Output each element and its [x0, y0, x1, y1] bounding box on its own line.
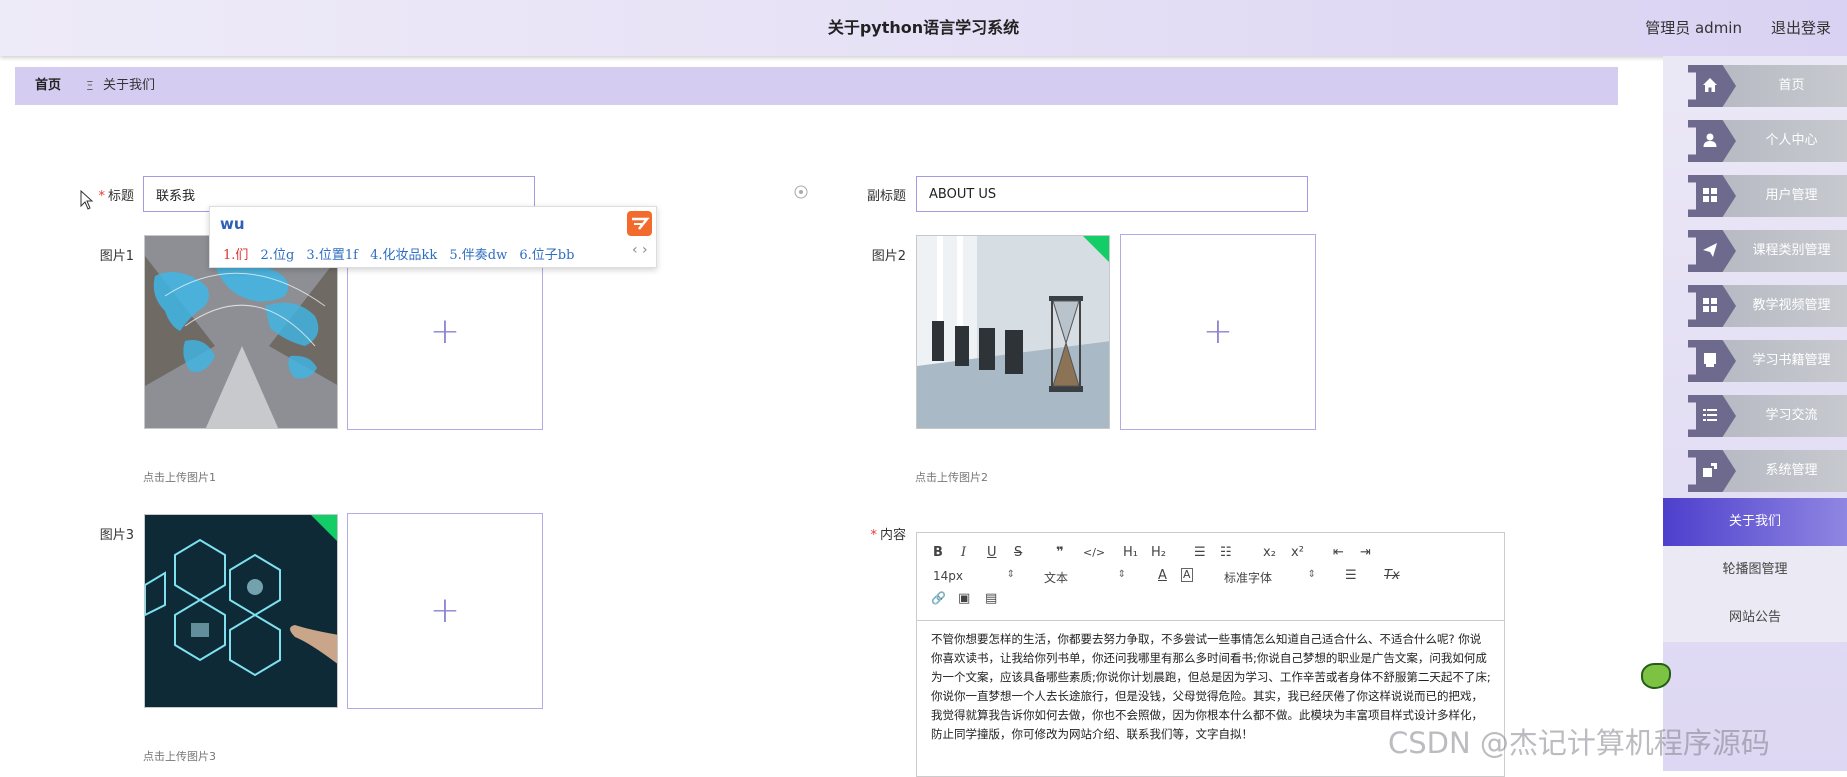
italic-button[interactable]: I [961, 545, 966, 560]
image3-thumbnail[interactable] [144, 514, 338, 708]
link-icon[interactable]: 🔗 [931, 591, 946, 605]
success-tag-icon [1083, 236, 1109, 262]
sidebar: 首页 个人中心 用户管理 课程类别管理 教学视频管理 学习书籍管理 学习交流 系… [1663, 56, 1847, 771]
video-icon[interactable]: ▤ [985, 591, 997, 606]
image3-label: 图片3 [99, 528, 134, 543]
book-icon [1688, 340, 1736, 382]
sidebar-item-label: 教学视频管理 [1752, 298, 1831, 313]
h1-button[interactable]: H₁ [1123, 545, 1138, 560]
background-color-icon[interactable]: A [1181, 568, 1193, 582]
image-icon[interactable]: ▣ [958, 591, 970, 606]
underline-button[interactable]: U [987, 545, 997, 560]
grid-icon [1688, 285, 1736, 327]
top-header: 关于python语言学习系统 管理员 admin 退出登录 [0, 0, 1847, 56]
breadcrumb-separator-icon: Ξ [86, 79, 94, 93]
ime-candidate[interactable]: 4.化妆品kk [370, 248, 437, 263]
list-icon [1688, 395, 1736, 437]
logout-link[interactable]: 退出登录 [1771, 0, 1831, 56]
code-icon[interactable]: </> [1083, 546, 1105, 559]
outdent-icon[interactable]: ⇤ [1333, 545, 1344, 560]
watermark: CSDN @杰记计算机程序源码 [1388, 726, 1770, 760]
image3-hint: 点击上传图片3 [143, 750, 216, 763]
plus-icon: + [1202, 311, 1234, 352]
indent-icon[interactable]: ⇥ [1360, 545, 1371, 560]
image2-thumbnail[interactable] [916, 235, 1110, 429]
sidebar-item-system[interactable]: 系统管理 [1688, 450, 1847, 492]
content-label: * 内容 [870, 528, 906, 543]
sidebar-item-profile[interactable]: 个人中心 [1688, 120, 1847, 162]
breadcrumb: 首页 Ξ 关于我们 [15, 67, 1618, 105]
font-size-select[interactable]: 14px ⇕ [933, 569, 1015, 583]
sidebar-item-label: 课程类别管理 [1752, 243, 1831, 258]
strike-button[interactable]: S [1014, 545, 1022, 560]
sidebar-item-forum[interactable]: 学习交流 [1688, 395, 1847, 437]
app-title: 关于python语言学习系统 [827, 18, 1020, 37]
h2-button[interactable]: H₂ [1151, 545, 1166, 560]
ordered-list-icon[interactable]: ☰ [1194, 545, 1206, 560]
font-family-select[interactable]: 标准字体 ⇕ [1224, 569, 1316, 586]
ime-candidate[interactable]: 6.位子bb [519, 248, 574, 263]
bullet-list-icon[interactable]: ☷ [1220, 545, 1232, 560]
image2-upload-button[interactable]: + [1120, 234, 1316, 430]
quote-icon[interactable]: ❞ [1056, 545, 1064, 560]
ime-candidate[interactable]: 3.位置1f [306, 248, 358, 263]
image1-label: 图片1 [99, 249, 134, 264]
sidebar-item-video[interactable]: 教学视频管理 [1688, 285, 1847, 327]
sidebar-subitem-carousel[interactable]: 轮播图管理 [1663, 546, 1847, 594]
sidebar-item-label: 系统管理 [1765, 463, 1818, 478]
align-icon[interactable]: ☰ [1345, 568, 1357, 583]
ime-candidate-list: 1.们 2.位g 3.位置1f 4.化妆品kk 5.伴奏dw 6.位子bb [223, 244, 582, 263]
ime-candidate[interactable]: 5.伴奏dw [449, 248, 507, 263]
grid-icon [1688, 175, 1736, 217]
gear-icon [1688, 450, 1736, 492]
title-label: * 标题 [98, 189, 134, 204]
updown-arrow-icon: ⇕ [1307, 569, 1316, 580]
plus-icon: + [429, 590, 461, 631]
format-select[interactable]: 文本 ⇕ [1044, 569, 1126, 586]
image1-hint: 点击上传图片1 [143, 471, 216, 484]
ime-pinyin: wu [220, 215, 245, 233]
send-icon [1688, 230, 1736, 272]
sidebar-item-course-category[interactable]: 课程类别管理 [1688, 230, 1847, 272]
sidebar-item-home[interactable]: 首页 [1688, 65, 1847, 107]
sidebar-item-users[interactable]: 用户管理 [1688, 175, 1847, 217]
image3-upload-button[interactable]: + [347, 513, 543, 709]
subtitle-input[interactable] [916, 176, 1308, 212]
updown-arrow-icon: ⇕ [1117, 569, 1126, 580]
image2-hint: 点击上传图片2 [915, 471, 988, 484]
clear-format-icon[interactable]: Tx [1384, 568, 1400, 583]
ime-logo-icon [627, 211, 652, 236]
user-icon [1688, 120, 1736, 162]
meeting-room-image [917, 236, 1109, 428]
image2-label: 图片2 [871, 249, 906, 264]
updown-arrow-icon: ⇕ [1006, 569, 1015, 580]
sidebar-item-label: 学习书籍管理 [1752, 353, 1831, 368]
bold-button[interactable]: B [933, 545, 943, 560]
editor-toolbar: B I U S ❞ </> H₁ H₂ ☰ ☷ x₂ x² ⇤ ⇥ 14px ⇕ … [917, 533, 1504, 621]
success-tag-icon [311, 515, 337, 541]
subtitle-label: 副标题 [866, 189, 906, 204]
ime-candidate[interactable]: 2.位g [261, 248, 295, 263]
breadcrumb-home[interactable]: 首页 [35, 67, 61, 105]
clear-icon[interactable] [794, 185, 808, 199]
ime-pager-icon[interactable]: ‹ › [632, 242, 648, 258]
font-color-icon[interactable]: A [1158, 568, 1167, 583]
sidebar-subitem-about[interactable]: 关于我们 [1663, 498, 1847, 546]
ime-candidate[interactable]: 1.们 [223, 248, 248, 263]
sidebar-item-label: 用户管理 [1765, 188, 1818, 203]
sidebar-item-label: 个人中心 [1765, 133, 1818, 148]
sidebar-item-label: 首页 [1778, 78, 1805, 93]
job-search-image [145, 515, 337, 707]
subscript-button[interactable]: x₂ [1263, 545, 1276, 560]
current-user: 管理员 admin [1645, 19, 1742, 37]
breadcrumb-current: 关于我们 [103, 78, 156, 93]
superscript-button[interactable]: x² [1291, 545, 1304, 560]
sidebar-subitem-notice[interactable]: 网站公告 [1663, 594, 1847, 642]
ime-candidate-popup: wu 1.们 2.位g 3.位置1f 4.化妆品kk 5.伴奏dw 6.位子bb… [209, 206, 657, 268]
sidebar-item-label: 学习交流 [1765, 408, 1818, 423]
home-icon [1688, 65, 1736, 107]
sidebar-item-books[interactable]: 学习书籍管理 [1688, 340, 1847, 382]
